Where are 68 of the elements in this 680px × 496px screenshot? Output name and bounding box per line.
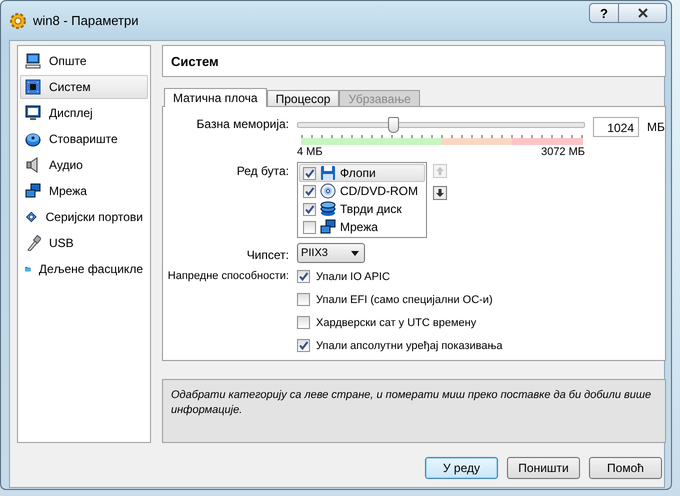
checkbox[interactable] bbox=[303, 220, 316, 234]
boot-item[interactable]: Флопи bbox=[299, 164, 425, 182]
display-icon bbox=[25, 105, 41, 121]
memory-slider[interactable] bbox=[297, 117, 585, 133]
boot-item[interactable]: Тврди диск bbox=[299, 200, 425, 218]
tab[interactable]: Матична плоча bbox=[164, 88, 267, 107]
checkbox-label: Упали IO APIC bbox=[316, 270, 390, 282]
hard-disk-icon bbox=[320, 201, 336, 217]
close-button[interactable] bbox=[619, 3, 667, 23]
check-icon bbox=[304, 168, 315, 178]
category-item[interactable]: Дељене фасцикле bbox=[20, 257, 148, 281]
network-icon bbox=[320, 219, 336, 235]
checkbox[interactable] bbox=[297, 316, 310, 329]
network-icon bbox=[25, 183, 41, 199]
gear-icon bbox=[9, 12, 27, 30]
checkbox[interactable] bbox=[303, 202, 316, 216]
field-label: Напредне способности: bbox=[168, 270, 289, 284]
check-icon bbox=[304, 204, 315, 214]
category-item[interactable]: Систем bbox=[20, 75, 148, 99]
checkbox[interactable] bbox=[297, 270, 310, 283]
dialog-button[interactable]: Помоћ bbox=[589, 457, 662, 479]
arrow-up-icon bbox=[435, 166, 445, 176]
check-icon bbox=[298, 340, 309, 351]
info-text: Одабрати категорију са леве стране, и померати миш преко поставке да би добили више информације. bbox=[162, 379, 666, 443]
category-item[interactable]: Серијски портови bbox=[20, 205, 148, 229]
field-label: Ред бута: bbox=[236, 164, 289, 180]
tab[interactable]: Процесор bbox=[266, 90, 340, 106]
usb-plug-icon bbox=[25, 235, 41, 251]
category-item[interactable]: USB bbox=[20, 231, 148, 255]
max-label: 3072 МБ bbox=[541, 146, 585, 158]
category-item[interactable]: Опште bbox=[20, 49, 148, 73]
unit-label: МБ bbox=[647, 120, 665, 134]
window-title: win8 - Параметри bbox=[33, 13, 139, 28]
checkbox-label: Хардверски сат у UTC времену bbox=[316, 316, 476, 328]
cd-icon bbox=[320, 183, 336, 199]
category-item[interactable]: Дисплеј bbox=[20, 101, 148, 125]
field-label: Базна меморија: bbox=[196, 117, 289, 133]
serial-port-icon bbox=[25, 209, 38, 225]
help-button[interactable]: ? bbox=[589, 3, 619, 23]
disk-icon bbox=[25, 131, 41, 147]
category-item[interactable]: Аудио bbox=[20, 153, 148, 177]
monitor-icon bbox=[25, 53, 41, 69]
checkbox-label: Упали EFI (само специјални ОС-и) bbox=[316, 294, 493, 306]
boot-item[interactable]: Мрежа bbox=[299, 218, 425, 236]
checkbox[interactable] bbox=[303, 184, 316, 198]
checkbox[interactable] bbox=[297, 293, 310, 306]
category-item[interactable]: Мрежа bbox=[20, 179, 148, 203]
min-label: 4 МБ bbox=[297, 146, 323, 158]
chipset-dropdown[interactable]: PIIX3 bbox=[297, 243, 365, 263]
move-down-button[interactable] bbox=[433, 186, 447, 200]
section-title: Систем bbox=[162, 45, 666, 77]
arrow-down-icon bbox=[435, 188, 445, 198]
memory-field[interactable]: 1024 bbox=[593, 117, 639, 137]
category-item[interactable]: Стовариште bbox=[20, 127, 148, 151]
field-label: Чипсет: bbox=[246, 248, 289, 263]
checkbox[interactable] bbox=[297, 339, 310, 352]
close-icon bbox=[636, 8, 648, 18]
dialog-button[interactable]: У реду bbox=[425, 457, 498, 479]
boot-item[interactable]: CD/DVD-ROM bbox=[299, 182, 425, 200]
check-icon bbox=[304, 186, 315, 196]
caret-icon bbox=[351, 250, 359, 256]
floppy-icon bbox=[320, 165, 336, 181]
chip-icon bbox=[25, 79, 41, 95]
check-icon bbox=[298, 271, 309, 282]
dialog-button[interactable]: Поништи bbox=[507, 457, 580, 479]
checkbox-label: Упали апсолутни уређај показивања bbox=[316, 340, 503, 352]
checkbox[interactable] bbox=[303, 166, 316, 180]
slider-thumb[interactable] bbox=[388, 117, 399, 133]
